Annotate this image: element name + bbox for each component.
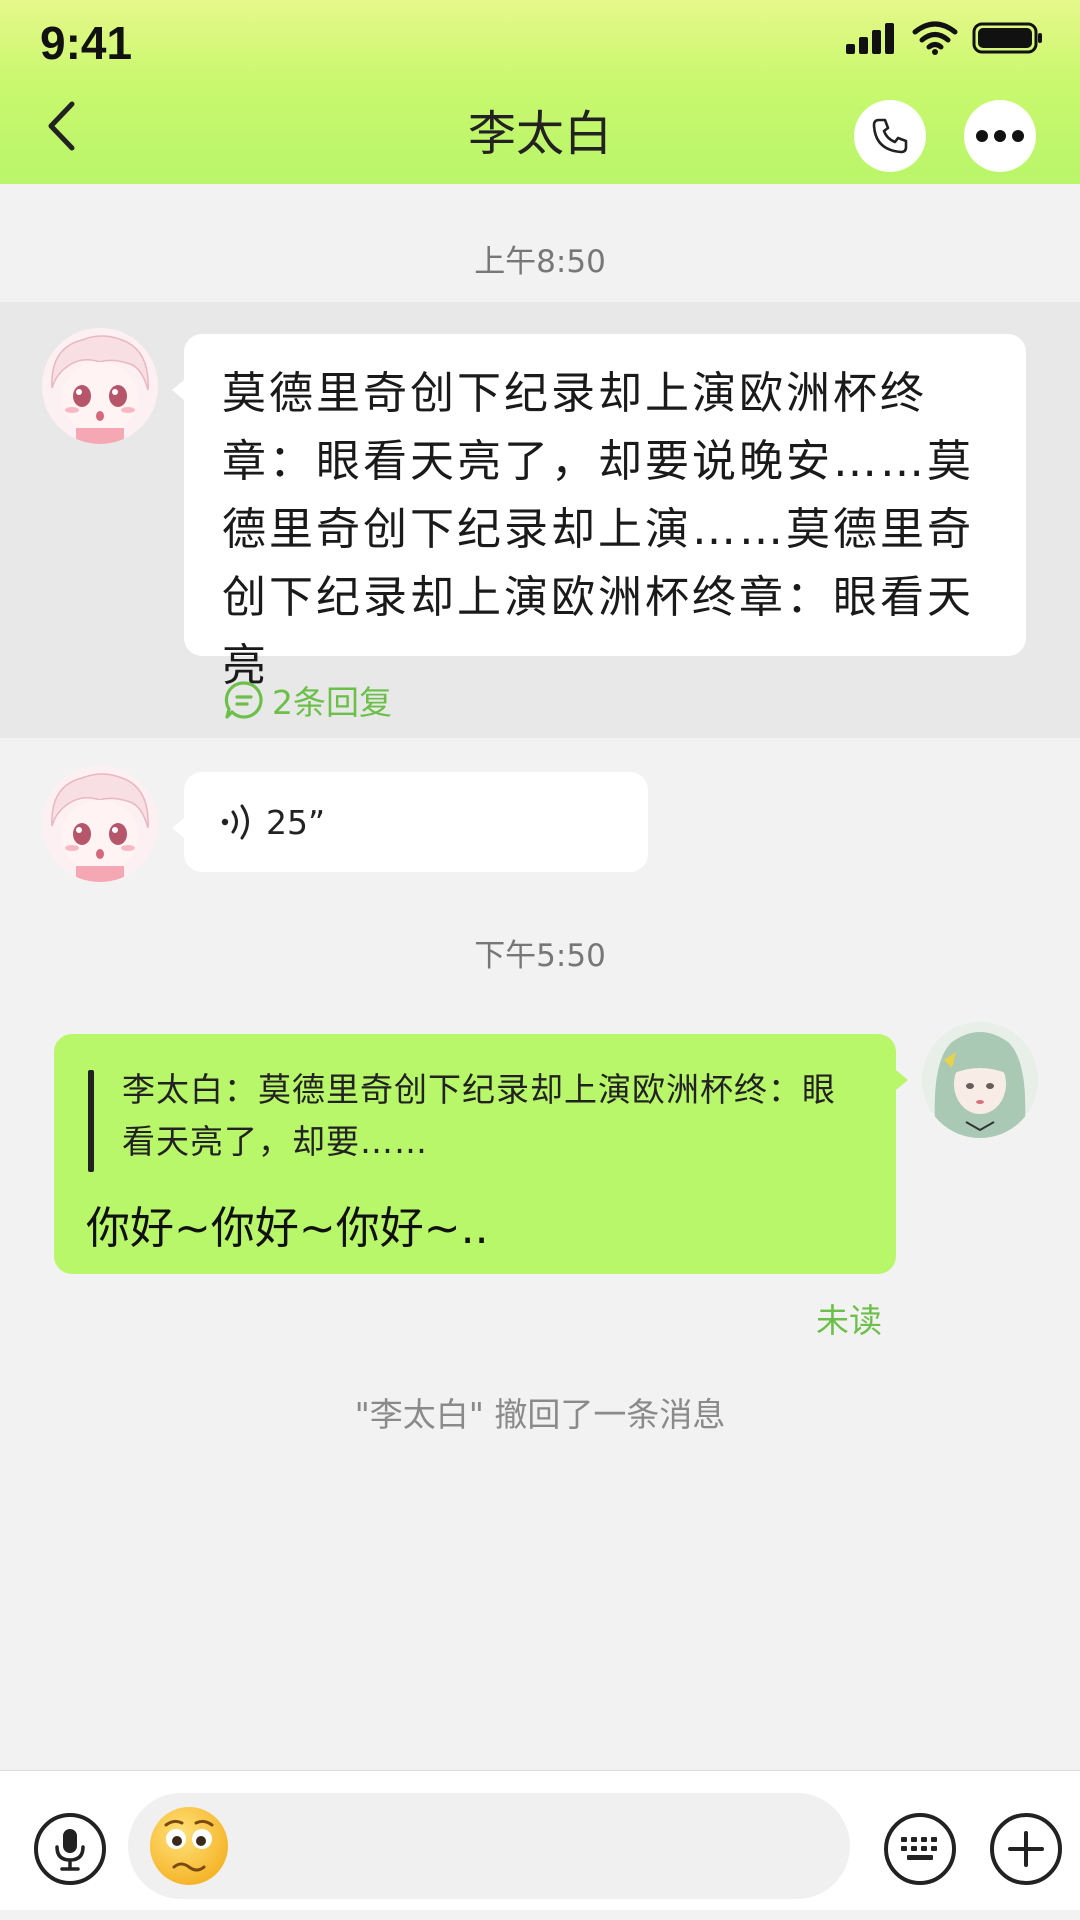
more-options-button[interactable] — [964, 100, 1036, 172]
anime-girl-avatar-icon — [42, 328, 158, 444]
battery-icon — [972, 22, 1042, 54]
voice-input-button[interactable] — [34, 1813, 106, 1885]
microphone-icon — [55, 1829, 85, 1871]
wifi-icon — [912, 21, 958, 55]
more-actions-button[interactable] — [990, 1813, 1062, 1885]
status-time: 9:41 — [40, 17, 133, 69]
timestamp: 上午8:50 — [474, 244, 606, 280]
user-avatar-icon — [922, 1022, 1038, 1138]
status-icons — [844, 20, 1044, 56]
more-dots-icon — [976, 130, 1024, 142]
chat-bubble-icon — [224, 681, 263, 719]
message-bubble[interactable]: 莫德里奇创下纪录却上演欧洲杯终章：眼看天亮了，却要说晚安……莫德里奇创下纪录却上… — [172, 334, 1026, 691]
message-text: 莫德里奇创下纪录却上演欧洲杯终章：眼看天亮了，却要说晚安……莫德里奇创下纪录却上… — [222, 368, 974, 691]
keyboard-button[interactable] — [884, 1813, 956, 1885]
plus-icon — [1008, 1831, 1044, 1867]
voice-content: 25” — [220, 772, 325, 872]
voice-wave-icon — [221, 804, 249, 840]
message-input[interactable] — [128, 1793, 850, 1899]
worried-face-icon — [150, 1807, 228, 1885]
phone-icon — [872, 118, 908, 154]
keyboard-icon — [901, 1837, 937, 1860]
quoted-message[interactable]: 李太白：莫德里奇创下纪录却上演欧洲杯终：眼看天亮了，却要…… — [122, 1064, 868, 1168]
home-indicator — [0, 1910, 1080, 1920]
message-text: 你好~你好~你好~.. — [86, 1203, 489, 1254]
avatar[interactable] — [922, 1022, 1038, 1138]
voice-duration: 25” — [266, 802, 326, 842]
call-button[interactable] — [854, 100, 926, 172]
quote-bar — [88, 1070, 94, 1172]
emoji-button[interactable] — [148, 1805, 230, 1887]
recall-notice: "李太白" 撤回了一条消息 — [354, 1395, 726, 1434]
input-bar — [0, 1770, 1080, 1920]
chat-header: 9:41 李太白 — [0, 0, 1080, 184]
signal-icon — [846, 23, 894, 54]
replies-label: 2条回复 — [272, 683, 392, 722]
voice-message-bubble[interactable]: 25” — [172, 772, 648, 872]
replies-link[interactable]: 2条回复 — [224, 676, 392, 724]
outgoing-message-bubble[interactable]: 李太白：莫德里奇创下纪录却上演欧洲杯终：眼看天亮了，却要…… 你好~你好~你好~… — [54, 1034, 908, 1274]
avatar[interactable] — [42, 328, 158, 444]
avatar[interactable] — [42, 766, 158, 882]
timestamp: 下午5:50 — [474, 938, 606, 974]
unread-status: 未读 — [816, 1301, 882, 1340]
anime-girl-avatar-icon — [42, 766, 158, 882]
